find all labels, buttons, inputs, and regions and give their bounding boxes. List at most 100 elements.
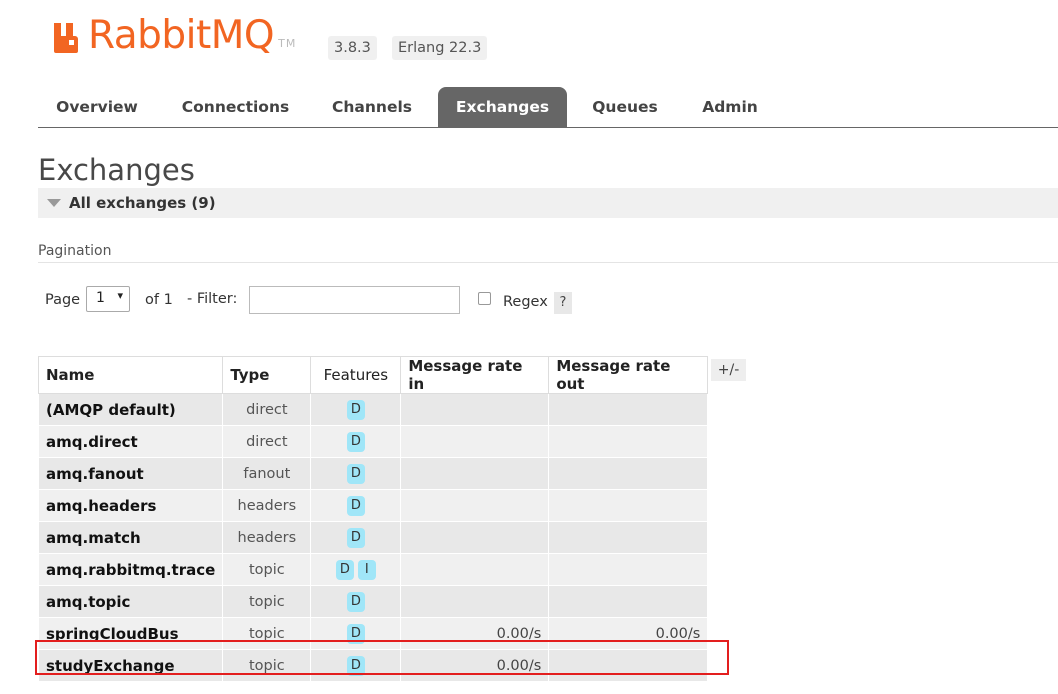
rate-out xyxy=(548,457,709,490)
table-header-row: Name Type Features Message rate in Messa… xyxy=(37,356,709,394)
exchange-features: D xyxy=(310,585,402,618)
exchange-name-link[interactable]: springCloudBus xyxy=(37,617,224,650)
rate-in xyxy=(400,393,550,426)
logo-wordmark: RabbitMQ xyxy=(88,13,275,58)
table-row-highlighted: studyExchange topic D 0.00/s xyxy=(37,649,709,682)
exchange-name-link[interactable]: amq.match xyxy=(37,521,224,554)
column-header-type[interactable]: Type xyxy=(222,356,312,394)
exchange-type: topic xyxy=(222,617,312,650)
table-row: springCloudBus topic D 0.00/s 0.00/s xyxy=(37,617,709,650)
column-header-rate-out[interactable]: Message rate out xyxy=(548,356,709,394)
durable-feature-badge: D xyxy=(346,463,365,484)
page-label: Page xyxy=(45,292,81,308)
internal-feature-badge: I xyxy=(357,559,376,580)
rate-in xyxy=(400,489,550,522)
durable-feature-badge: D xyxy=(346,591,365,612)
rate-out xyxy=(548,425,709,458)
rabbitmq-logo[interactable]: RabbitMQ TM xyxy=(52,14,296,58)
rabbitmq-logo-icon xyxy=(54,23,78,53)
tab-channels[interactable]: Channels xyxy=(315,87,429,127)
rate-in xyxy=(400,457,550,490)
rate-in xyxy=(400,521,550,554)
exchange-features: D xyxy=(310,425,402,458)
exchange-name-link[interactable]: amq.rabbitmq.trace xyxy=(37,553,224,586)
exchanges-table: Name Type Features Message rate in Messa… xyxy=(37,356,709,682)
table-row: (AMQP default) direct D xyxy=(37,393,709,426)
table-row: amq.headers headers D xyxy=(37,489,709,522)
exchange-features: DI xyxy=(310,553,402,586)
rate-in: 0.00/s xyxy=(400,617,550,650)
exchange-features: D xyxy=(310,393,402,426)
collapse-triangle-icon[interactable] xyxy=(47,199,61,207)
exchange-features: D xyxy=(310,457,402,490)
page-select-value: 1 xyxy=(96,290,105,306)
table-row: amq.fanout fanout D xyxy=(37,457,709,490)
column-header-name[interactable]: Name xyxy=(37,356,224,394)
table-row: amq.match headers D xyxy=(37,521,709,554)
table-row: amq.topic topic D xyxy=(37,585,709,618)
durable-feature-badge: D xyxy=(346,527,365,548)
erlang-version-badge: Erlang 22.3 xyxy=(392,36,488,60)
rate-out xyxy=(548,489,709,522)
regex-checkbox[interactable] xyxy=(478,292,491,305)
column-header-rate-in[interactable]: Message rate in xyxy=(400,356,550,394)
page-title: Exchanges xyxy=(38,153,195,187)
page-select[interactable]: 1 ▾ xyxy=(86,286,130,312)
all-exchanges-section-header[interactable]: All exchanges (9) xyxy=(38,188,1058,218)
rate-out: 0.00/s xyxy=(548,617,709,650)
durable-feature-badge: D xyxy=(346,431,365,452)
exchange-type: direct xyxy=(222,393,312,426)
table-row: amq.rabbitmq.trace topic DI xyxy=(37,553,709,586)
filter-label: - Filter: xyxy=(187,291,238,307)
column-header-features: Features xyxy=(310,356,402,394)
rate-out xyxy=(548,649,709,682)
section-title[interactable]: All exchanges (9) xyxy=(69,194,216,212)
rate-out xyxy=(548,553,709,586)
durable-feature-badge: D xyxy=(346,623,365,644)
filter-input[interactable] xyxy=(249,286,460,314)
exchange-features: D xyxy=(310,521,402,554)
pagination-divider xyxy=(38,262,1058,263)
exchange-name-link[interactable]: amq.fanout xyxy=(37,457,224,490)
rate-out xyxy=(548,585,709,618)
exchange-features: D xyxy=(310,617,402,650)
exchange-type: fanout xyxy=(222,457,312,490)
tab-queues[interactable]: Queues xyxy=(580,87,670,127)
rate-out xyxy=(548,393,709,426)
exchange-type: headers xyxy=(222,489,312,522)
durable-feature-badge: D xyxy=(346,495,365,516)
exchange-features: D xyxy=(310,649,402,682)
durable-feature-badge: D xyxy=(346,655,365,676)
table-row: amq.direct direct D xyxy=(37,425,709,458)
tab-exchanges[interactable]: Exchanges xyxy=(438,87,567,127)
exchange-type: topic xyxy=(222,585,312,618)
exchange-type: topic xyxy=(222,553,312,586)
rate-in xyxy=(400,425,550,458)
tab-connections[interactable]: Connections xyxy=(170,87,301,127)
pagination-label: Pagination xyxy=(38,243,112,259)
exchange-name-link[interactable]: amq.headers xyxy=(37,489,224,522)
exchange-type: direct xyxy=(222,425,312,458)
exchange-type: headers xyxy=(222,521,312,554)
durable-feature-badge: D xyxy=(335,559,354,580)
rate-in: 0.00/s xyxy=(400,649,550,682)
tab-admin[interactable]: Admin xyxy=(688,87,772,127)
main-nav-tabs: Overview Connections Channels Exchanges … xyxy=(38,87,1058,128)
rate-in xyxy=(400,553,550,586)
rabbitmq-version-badge: 3.8.3 xyxy=(328,36,377,60)
exchange-type: topic xyxy=(222,649,312,682)
trademark-mark: TM xyxy=(278,37,297,50)
rate-out xyxy=(548,521,709,554)
page-count-label: of 1 xyxy=(145,292,173,308)
regex-label: Regex xyxy=(503,294,548,310)
chevron-down-icon: ▾ xyxy=(117,289,123,302)
exchange-name-link[interactable]: studyExchange xyxy=(37,649,224,682)
exchange-name-link[interactable]: amq.direct xyxy=(37,425,224,458)
exchange-name-link[interactable]: (AMQP default) xyxy=(37,393,224,426)
exchange-name-link[interactable]: amq.topic xyxy=(37,585,224,618)
exchange-features: D xyxy=(310,489,402,522)
rate-in xyxy=(400,585,550,618)
tab-overview[interactable]: Overview xyxy=(38,87,156,127)
toggle-columns-button[interactable]: +/- xyxy=(711,359,746,381)
regex-help-button[interactable]: ? xyxy=(554,292,572,314)
